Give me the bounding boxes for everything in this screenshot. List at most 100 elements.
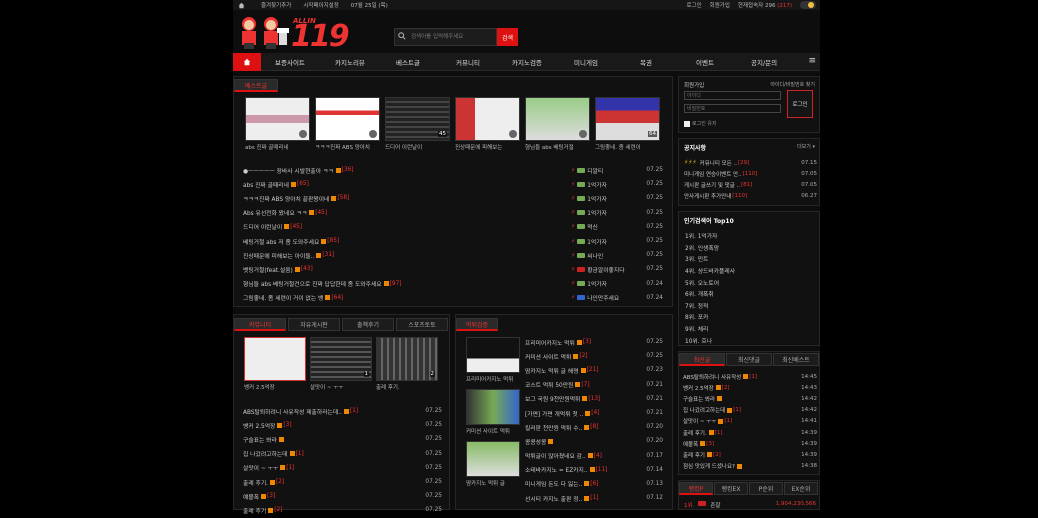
post-title[interactable]: ●ㅡㅡㅡㅡㅡ 장바사 시발현출아 ㅋㅋ	[243, 166, 334, 175]
keyword-item[interactable]: 4위. 샹드바카플레사	[685, 265, 815, 277]
post-title[interactable]: ㅋㅋㅋ진짜 ABS 양아치 끝판왕이네	[243, 194, 329, 203]
post-title[interactable]: 뱅커 2.5억장	[683, 384, 714, 392]
author[interactable]: ⚡ 1억가자	[571, 180, 607, 189]
recent-row[interactable]: 출례 후기. [1] 14:39	[683, 427, 817, 438]
recent-row[interactable]: 구슬표는 봐라 14:42	[683, 393, 817, 404]
best-row[interactable]: ㅋㅋㅋ진짜 ABS 양아치 끝판왕이네 [58] ⚡ 1억가자 07.25	[243, 191, 663, 205]
add-favorite-link[interactable]: 즐겨찾기추가	[261, 1, 291, 9]
verify-row[interactable]: 코스트 먹튀 50만원 [7] 07.21	[525, 378, 663, 392]
community-row[interactable]: 뱅커 2.5억장 [3] 07.25	[243, 418, 442, 432]
hamburger-menu-icon[interactable]: ≡	[808, 56, 816, 66]
post-title[interactable]: 구슬표는 봐라	[683, 395, 715, 403]
keyword-item[interactable]: 5위. 오노토어	[685, 276, 815, 288]
post-title[interactable]: 뱅커 2.5억장	[243, 421, 275, 430]
community-thumb[interactable]: 1 살맛이 ~ ㅜㅜ	[310, 337, 372, 391]
notice-title-text[interactable]: 미니게임 연승이벤트 안..	[684, 170, 742, 178]
tab-p-order[interactable]: P순위	[749, 482, 783, 495]
home-icon[interactable]	[233, 0, 249, 10]
notice-title-text[interactable]: 게시판 글쓰기 및 댓글 ..	[684, 181, 740, 189]
community-row[interactable]: 출례 후기. [2] 07.25	[243, 475, 442, 489]
notice-row[interactable]: 게시판 글쓰기 및 댓글 .. [81] 07.05	[684, 179, 817, 190]
post-title[interactable]: 출례 후기	[243, 506, 266, 515]
keyword-item[interactable]: 1위. 1억가자	[685, 230, 815, 242]
post-title[interactable]: 코스트 먹튀 50만원	[525, 380, 573, 389]
post-title[interactable]: [가면] 가면 개먹튀 첫 ..	[525, 409, 583, 418]
post-title[interactable]: 베팅거절 abs 저 좀 도와주세요	[243, 237, 319, 246]
post-title[interactable]: 킬러판 천만원 먹튀 수..	[525, 423, 582, 432]
verify-row[interactable]: [가면] 가면 개먹튀 첫 .. [4] 07.21	[525, 406, 663, 420]
author[interactable]: ⚡ 나인만주세요	[571, 293, 619, 302]
nav-minigame[interactable]: 미니게임	[574, 57, 598, 67]
recent-row[interactable]: 점심 맛있게 드셨나요? 14:38	[683, 461, 817, 472]
verify-row[interactable]: 프리미어카지노 먹튀 [3] 07.25	[525, 335, 663, 349]
post-title[interactable]: ABS탈퇴하려니 사유작성 제출하라는데..	[243, 407, 342, 416]
recent-row[interactable]: ABS탈퇴하려니 사유작성 [1] 14:45	[683, 371, 817, 382]
tab-attendance[interactable]: 출첵후기	[342, 318, 394, 331]
keyword-item[interactable]: 3위. 민트	[685, 253, 815, 265]
signup-link-side[interactable]: 회원가입	[684, 81, 704, 89]
community-row[interactable]: ABS탈퇴하려니 사유작성 제출하라는데.. [1] 07.25	[243, 404, 442, 418]
author[interactable]: ⚡ 먹신	[571, 222, 598, 231]
community-thumb[interactable]: 2 출례 후기.	[376, 337, 438, 391]
best-row[interactable]: 형님들 abs 베팅거절건으로 진짜 답답한데 좀 도와주세요 [97] ⚡ 1억가자…	[243, 277, 663, 291]
post-title[interactable]: 프리미어카지노 먹튀	[525, 338, 575, 347]
tab-best[interactable]: 베스트글	[234, 79, 278, 92]
post-title[interactable]: 드디어 이런날이	[243, 222, 282, 231]
author[interactable]: ⚡ 1억가자	[571, 237, 607, 246]
nav-casino-verify[interactable]: 카지노검증	[512, 57, 542, 67]
tab-recent-comments[interactable]: 최신댓글	[726, 353, 772, 366]
notice-title-text[interactable]: 커뮤니티 모든 ..	[700, 159, 737, 167]
nav-event[interactable]: 이벤트	[696, 57, 714, 67]
best-row[interactable]: 벳팅거절(feat.설움) [43] ⚡ 황금알이좋지다 07.25	[243, 262, 663, 276]
recent-row[interactable]: 살맛이 ~ ㅜㅜ [1] 14:41	[683, 416, 817, 427]
tab-ex-order[interactable]: EX순위	[784, 482, 818, 495]
search-button[interactable]: 검색	[497, 28, 518, 46]
verify-thumb[interactable]: 땀카지노 먹튀 글	[466, 441, 520, 489]
post-title[interactable]: 출례 후기.	[683, 429, 707, 437]
post-title[interactable]: 진상때문에 피해보는 아이들..	[243, 251, 314, 260]
verify-row[interactable]: 먹튀글이 많아졌네요 감.. [4] 07.17	[525, 449, 663, 463]
best-row[interactable]: 진상때문에 피해보는 아이들.. [31] ⚡ 씨나인 07.25	[243, 248, 663, 262]
login-id-input[interactable]	[684, 91, 781, 100]
notice-row[interactable]: 미니게임 연승이벤트 안.. [110] 07.05	[684, 168, 817, 179]
community-row[interactable]: 살맛이 ~ ㅜㅜ [1] 07.25	[243, 461, 442, 475]
keep-login-checkbox[interactable]	[684, 120, 690, 127]
author[interactable]: ⚡ 1억가자	[571, 194, 607, 203]
post-title[interactable]: 그림좋네. 좀 세련이 거이 없는 뱅	[243, 293, 323, 302]
keyword-item[interactable]: 8위. 포카	[685, 311, 815, 323]
post-title[interactable]: 출례 후기.	[243, 478, 268, 487]
theme-toggle[interactable]	[800, 1, 816, 9]
notice-row[interactable]: 안사게시판 추가안내 [110] 06.27	[684, 191, 817, 202]
notice-row[interactable]: ⚡⚡⚡ 커뮤니티 모든 .. [29] 07.15	[684, 157, 817, 168]
find-account-link[interactable]: 아이디/비밀번호 찾기	[770, 81, 815, 88]
signup-link[interactable]: 회원가입	[710, 1, 730, 9]
post-title[interactable]: 땀카지노 먹튀 글 해명	[525, 366, 579, 375]
post-title[interactable]: 벳팅거절(feat.설움)	[243, 265, 293, 274]
keyword-item[interactable]: 10위. 흐나	[685, 334, 815, 346]
post-title[interactable]: 구슬표는 봐라	[243, 435, 277, 444]
keep-login[interactable]: 로그인 유지	[684, 120, 717, 127]
post-title[interactable]: 예볼폭	[683, 440, 698, 448]
tab-free-board[interactable]: 자유게시판	[288, 318, 340, 331]
notice-more-link[interactable]: 더보기 ▾	[797, 143, 815, 150]
notice-title-text[interactable]: 안사게시판 추가안내	[684, 192, 731, 200]
tab-community[interactable]: 커뮤니티	[234, 318, 286, 331]
best-row[interactable]: abs 진짜 골때리네 [65] ⚡ 1억가자 07.25	[243, 177, 663, 191]
nav-lottery[interactable]: 복권	[640, 57, 652, 67]
community-row[interactable]: 예볼폭 [3] 07.25	[243, 489, 442, 503]
keyword-item[interactable]: 6위. 개폭취	[685, 288, 815, 300]
post-title[interactable]: 집 나갔려고하는데	[683, 406, 725, 414]
recent-row[interactable]: 출례 후기 [2] 14:39	[683, 449, 817, 460]
post-title[interactable]: 예볼폭	[243, 492, 259, 501]
recent-row[interactable]: 예볼폭 [3] 14:39	[683, 438, 817, 449]
verify-thumb[interactable]: 커미션 사이트 먹튀	[466, 389, 520, 437]
login-pw-input[interactable]	[684, 104, 781, 113]
nav-casino-review[interactable]: 카지노리뷰	[335, 57, 365, 67]
best-thumb[interactable]: 진상때문에 피해보는	[455, 97, 520, 151]
verify-row[interactable]: 선시티 카지노 출판 정.. [1] 07.12	[525, 491, 663, 505]
verify-row[interactable]: 미니게임 돈도 다 잃는.. [6] 07.13	[525, 477, 663, 491]
tab-recent-posts[interactable]: 최신글	[679, 353, 725, 366]
best-row[interactable]: 베팅거절 abs 저 좀 도와주세요 [85] ⚡ 1억가자 07.25	[243, 234, 663, 248]
community-row[interactable]: 구슬표는 봐라 07.25	[243, 432, 442, 446]
recent-row[interactable]: 집 나갔려고하는데 [1] 14:42	[683, 405, 817, 416]
